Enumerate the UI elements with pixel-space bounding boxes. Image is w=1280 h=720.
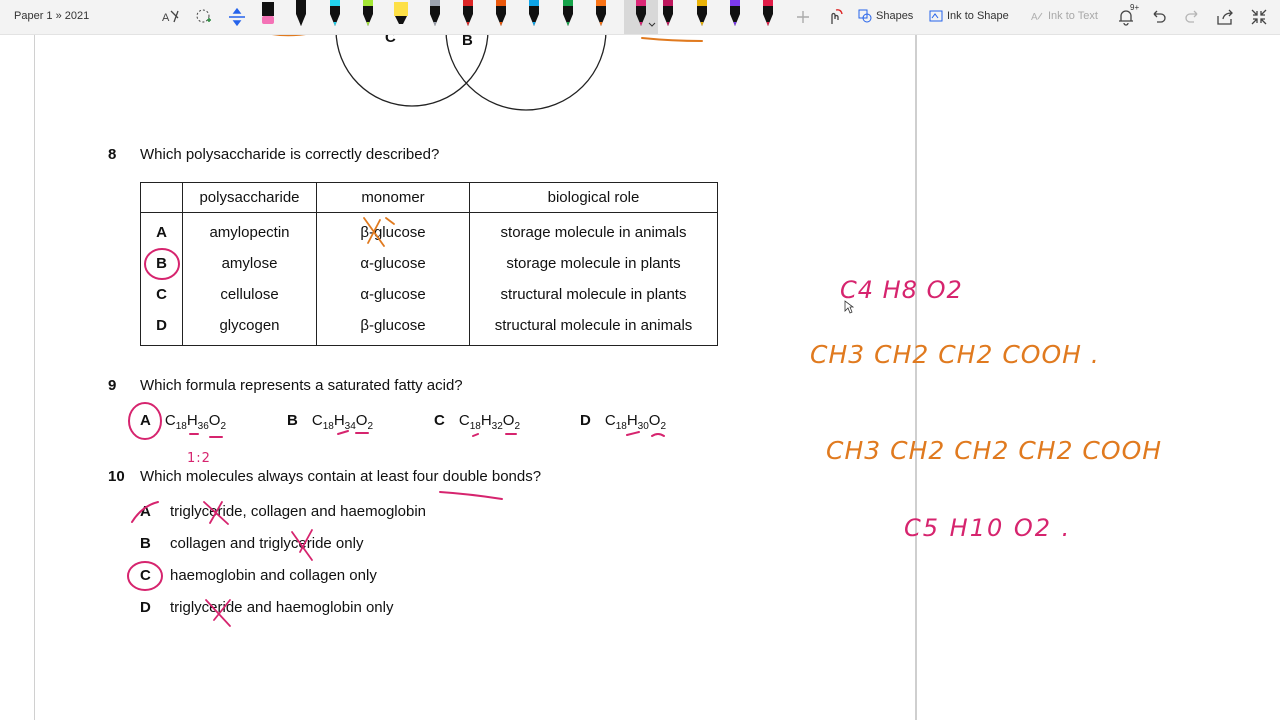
collapse-fullscreen-icon[interactable]	[1248, 6, 1270, 28]
svg-text:A: A	[1031, 12, 1038, 23]
question-10-text: Which molecules always contain at least …	[140, 468, 542, 485]
option-letter[interactable]: C	[140, 279, 183, 310]
page-right-edge	[915, 34, 917, 720]
table-header: biological role	[469, 182, 718, 213]
table-row: D glycogen β-glucose structural molecule…	[140, 310, 718, 346]
table-header: monomer	[316, 182, 470, 213]
ink-to-text-button[interactable]: A Ink to Text	[1030, 9, 1098, 23]
pen-pen-4[interactable]	[358, 0, 378, 34]
question-9-text: Which formula represents a saturated fat…	[140, 377, 463, 394]
question-10-number: 10	[108, 468, 125, 485]
ink-formula-c4h8o2: C4 H8 O2	[840, 276, 963, 304]
ink-to-shape-icon	[929, 10, 943, 22]
table-cell: α-glucose	[316, 248, 470, 279]
pen-pen-14[interactable]	[692, 0, 712, 34]
pen-pen-11[interactable]	[591, 0, 611, 34]
table-cell: storage molecule in plants	[469, 248, 718, 279]
ink-to-text-label: Ink to Text	[1048, 10, 1098, 22]
add-space-icon[interactable]	[226, 6, 248, 28]
page-left-edge	[34, 34, 35, 720]
ink-formula-pentanoic: CH3 CH2 CH2 CH2 COOH	[826, 436, 1163, 465]
redo-icon[interactable]	[1181, 6, 1203, 28]
pen-pen-7[interactable]	[458, 0, 478, 34]
pen-pen-2[interactable]	[291, 0, 311, 34]
q10-option-d[interactable]: Dtriglyceride and haemoglobin only	[140, 599, 393, 616]
pen-pen-16[interactable]	[758, 0, 778, 34]
pen-highlighter-5[interactable]	[391, 0, 411, 34]
option-letter[interactable]: B	[140, 248, 183, 279]
shapes-label: Shapes	[876, 10, 914, 22]
ink-formula-c5h10o2: C5 H10 O2 .	[904, 514, 1072, 542]
table-cell: glycogen	[182, 310, 317, 346]
question-9-number: 9	[108, 377, 117, 394]
table-cell: structural molecule in animals	[469, 310, 718, 346]
undo-icon[interactable]	[1148, 6, 1170, 28]
table-header-blank	[140, 182, 183, 213]
lasso-select-icon[interactable]	[193, 6, 215, 28]
q9-option-a[interactable]: A C18H36O2	[140, 412, 226, 432]
table-header: polysaccharide	[182, 182, 317, 213]
breadcrumb[interactable]: Paper 1 » 2021	[14, 10, 89, 22]
add-pen-icon[interactable]	[792, 6, 814, 28]
shapes-icon	[858, 9, 872, 23]
shapes-button[interactable]: Shapes	[858, 9, 913, 23]
table-cell: α-glucose	[316, 279, 470, 310]
q9-option-d[interactable]: D C18H30O2	[580, 412, 666, 432]
ink-to-text-icon: A	[1031, 12, 1043, 23]
ink-to-shape-button[interactable]: Ink to Shape	[929, 9, 1009, 23]
svg-text:A: A	[162, 12, 170, 24]
table-row: C cellulose α-glucose structural molecul…	[140, 279, 718, 310]
question-8-text: Which polysaccharide is correctly descri…	[140, 146, 440, 163]
table-cell: storage molecule in animals	[469, 212, 718, 248]
option-letter[interactable]: A	[140, 212, 183, 248]
pen-pen-3[interactable]	[325, 0, 345, 34]
table-cell: cellulose	[182, 279, 317, 310]
q9-option-b[interactable]: B C18H34O2	[287, 412, 373, 432]
pen-pen-15[interactable]	[725, 0, 745, 34]
table-row: B amylose α-glucose storage molecule in …	[140, 248, 718, 279]
ink-formula-butanoic: CH3 CH2 CH2 COOH .	[810, 340, 1100, 369]
table-cell: amylopectin	[182, 212, 317, 248]
mouse-cursor-icon	[844, 300, 855, 319]
pen-pen-12[interactable]	[624, 0, 659, 34]
table-row: A amylopectin β-glucose storage molecule…	[140, 212, 718, 248]
q10-option-b[interactable]: Bcollagen and triglyceride only	[140, 535, 363, 552]
table-cell: structural molecule in plants	[469, 279, 718, 310]
q9-option-c[interactable]: C C18H32O2	[434, 412, 520, 432]
pen-eraser-1[interactable]	[258, 0, 278, 34]
ink-toolbar: Paper 1 » 2021 A Shapes Ink to Shape A I…	[0, 0, 1280, 35]
lasso-text-select-icon[interactable]: A	[160, 6, 182, 28]
q10-option-a[interactable]: Atriglyceride, collagen and haemoglobin	[140, 503, 426, 520]
pen-pen-13[interactable]	[658, 0, 678, 34]
share-icon[interactable]	[1214, 6, 1236, 28]
ink-to-shape-label: Ink to Shape	[947, 10, 1009, 22]
pen-pen-9[interactable]	[524, 0, 544, 34]
table-cell: β-glucose	[316, 310, 470, 346]
ink-ratio-note: 1:2	[187, 451, 211, 466]
pen-pen-6[interactable]	[425, 0, 445, 34]
option-letter[interactable]: D	[140, 310, 183, 346]
polysaccharide-table: polysaccharide monomer biological role A…	[140, 182, 718, 346]
pen-pen-10[interactable]	[558, 0, 578, 34]
pen-pen-8[interactable]	[491, 0, 511, 34]
table-header-row: polysaccharide monomer biological role	[140, 182, 718, 213]
table-cell: β-glucose	[316, 212, 470, 248]
table-cell: amylose	[182, 248, 317, 279]
question-8-number: 8	[108, 146, 117, 163]
touch-drawing-icon[interactable]	[824, 6, 846, 28]
notification-badge: 9+	[1130, 3, 1140, 12]
q10-option-c[interactable]: Chaemoglobin and collagen only	[140, 567, 377, 584]
